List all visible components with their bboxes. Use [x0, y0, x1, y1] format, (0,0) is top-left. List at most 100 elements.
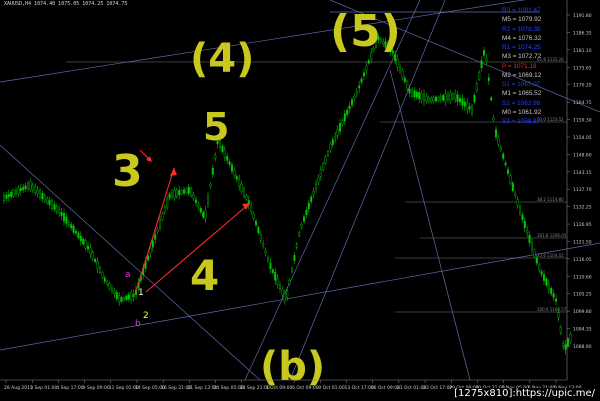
candle-body [545, 278, 548, 286]
candle-body [418, 92, 421, 100]
candle-body [158, 219, 161, 228]
candle-body [343, 113, 346, 122]
candle-body [130, 292, 133, 301]
candle-body [58, 209, 61, 214]
candle-body [132, 293, 135, 298]
candle-body [504, 162, 507, 166]
candle-body [274, 272, 277, 281]
watermark: [1275x810]:https://upic.me/ [451, 388, 598, 399]
symbol-header: XAUUSD,H4 1074.40 1075.05 1074.25 1074.7… [4, 1, 128, 7]
candle-body [84, 240, 87, 249]
price-tick-label: 1143.15 [573, 170, 592, 176]
candle-body [475, 83, 478, 92]
candle-body [180, 190, 183, 194]
price-tick-label: 1094.35 [573, 327, 592, 333]
candle-body [478, 72, 481, 80]
candle-body [363, 72, 366, 77]
candle-body [499, 146, 502, 151]
candle-body [39, 190, 42, 198]
candle-body [267, 257, 270, 261]
candle-body [341, 120, 344, 125]
candle-body [31, 184, 34, 191]
candle-body [24, 185, 27, 189]
candle-body [322, 163, 325, 170]
pivot-level: R3 = 1081.47 [502, 7, 541, 14]
candle-body [235, 176, 238, 180]
candle-body [106, 281, 109, 285]
candle-body [353, 95, 356, 99]
candle-body [540, 271, 543, 275]
candle-body [480, 60, 483, 68]
candle-body [202, 211, 205, 218]
candle-body [209, 184, 212, 188]
candle-body [533, 249, 536, 257]
candle-body [471, 105, 474, 115]
candle-body [509, 175, 512, 184]
point-1: 1 [138, 288, 144, 298]
candle-body [192, 194, 195, 199]
candle-body [315, 183, 318, 189]
wave-label-5: (5) [330, 6, 401, 57]
candle-body [269, 262, 272, 270]
wave-num-5: 5 [203, 105, 229, 149]
candle-body [425, 95, 428, 102]
candle-body [41, 193, 44, 200]
pivot-level: R2 = 1078.38 [502, 25, 541, 33]
time-tick-label: 9 Oct 01:00 [318, 385, 345, 391]
time-tick-label: 2 Sep 01:00 [30, 385, 57, 391]
time-tick-label: 1 Oct 09:00 [266, 385, 293, 391]
candle-body [276, 278, 279, 285]
wave-label-4: (4) [190, 36, 254, 82]
candle-body [401, 70, 404, 78]
time-tick-label: 4 Sep 17:00 [56, 385, 83, 391]
candle-body [346, 109, 349, 115]
candle-body [286, 290, 289, 298]
candle-body [252, 213, 255, 219]
price-tick-label: 1186.35 [573, 30, 592, 36]
candle-body [94, 258, 97, 262]
candle-body [86, 245, 89, 250]
candle-body [211, 167, 214, 175]
candle-body [468, 106, 471, 110]
candle-body [101, 272, 104, 278]
candle-body [485, 57, 488, 61]
candle-body [312, 190, 315, 195]
candle-body [432, 97, 435, 102]
candle-body [420, 93, 423, 100]
candle-body [98, 267, 101, 273]
pivot-level: M0 = 1061.92 [502, 108, 542, 116]
candle-body [187, 186, 190, 194]
candle-body [204, 210, 207, 219]
candle-body [449, 92, 452, 101]
candle-body [5, 194, 8, 199]
candle-body [79, 235, 82, 241]
candle-body [230, 164, 233, 172]
candle-body [3, 195, 6, 201]
candle-body [178, 190, 181, 196]
candle-body [303, 216, 306, 222]
fib-label: 100.0 1160.57 [537, 307, 567, 312]
candle-body [396, 58, 399, 68]
candle-body [456, 94, 459, 102]
candle-body [550, 288, 553, 294]
candle-body [502, 153, 505, 159]
candle-body [411, 89, 414, 97]
candle-body [19, 188, 22, 191]
price-tick-label: 1181.10 [573, 48, 592, 54]
candle-body [55, 206, 58, 212]
candle-body [91, 251, 94, 260]
candle-body [53, 204, 56, 210]
candle-body [127, 294, 130, 300]
candle-body [336, 128, 339, 136]
candle-body [264, 250, 267, 254]
candle-body [185, 188, 188, 194]
candle-body [399, 66, 402, 71]
candle-body [497, 137, 500, 145]
pivot-level: M1 = 1065.52 [502, 90, 542, 98]
candle-body [562, 343, 565, 347]
candle-body [552, 293, 555, 298]
candle-body [194, 199, 197, 203]
candle-body [197, 204, 200, 207]
candle-body [406, 81, 409, 90]
candle-body [173, 189, 176, 198]
